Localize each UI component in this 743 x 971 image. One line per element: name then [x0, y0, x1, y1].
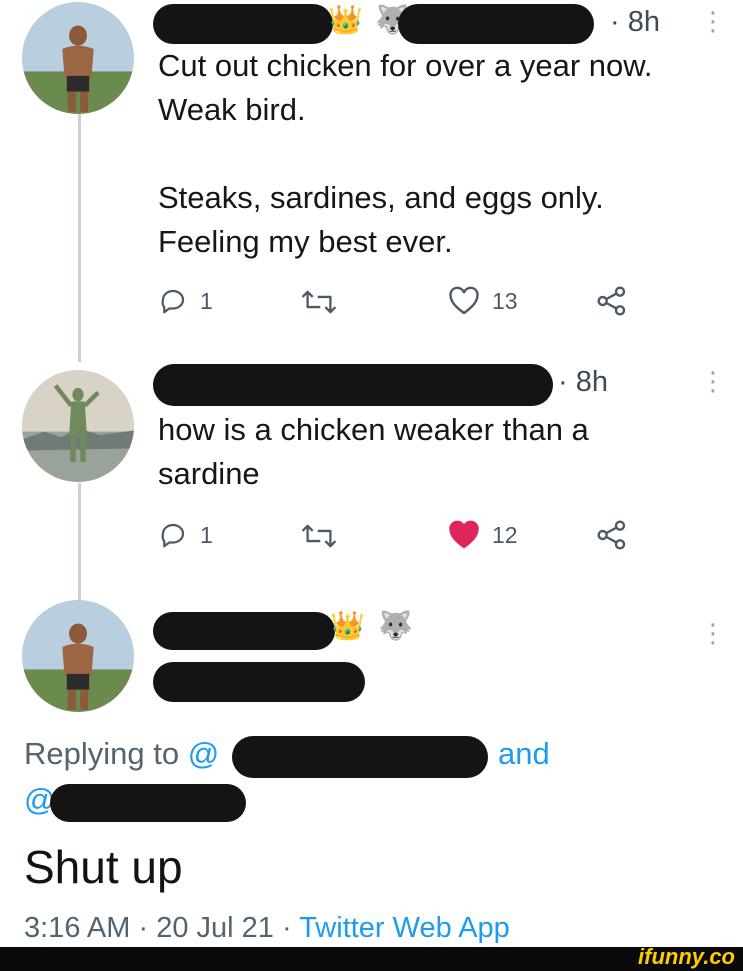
- tweet-text: Cut out chicken for over a year now. Wea…: [158, 44, 653, 264]
- redacted-display-name: [153, 4, 333, 44]
- more-icon[interactable]: ⋮: [700, 368, 726, 394]
- mention-link[interactable]: @: [188, 736, 219, 771]
- tweet-line-spacer: [158, 132, 653, 176]
- avatar[interactable]: [22, 2, 134, 114]
- reply-button[interactable]: 1: [158, 286, 213, 316]
- reply-button[interactable]: 1: [158, 520, 213, 550]
- like-count: 12: [492, 521, 518, 548]
- separator: ·: [138, 912, 149, 944]
- reply-icon: [161, 289, 185, 314]
- tweet-line: Steaks, sardines, and eggs only.: [158, 180, 604, 215]
- tweet-text: how is a chicken weaker than a sardine: [158, 408, 589, 496]
- reply-icon: [161, 523, 185, 548]
- tweet-line: Weak bird.: [158, 92, 306, 127]
- redacted-mention: [50, 784, 246, 822]
- crown-emoji: 👑: [328, 4, 363, 35]
- main-tweet-text: Shut up: [24, 841, 183, 893]
- thread-line-2: [78, 483, 81, 601]
- tweet-source[interactable]: Twitter Web App: [299, 912, 510, 944]
- like-button[interactable]: 12: [448, 520, 518, 550]
- avatar[interactable]: [22, 600, 134, 712]
- tweet-time[interactable]: 3:16 AM: [24, 912, 130, 944]
- redacted-display-name: [153, 612, 335, 650]
- avatar[interactable]: [22, 370, 134, 482]
- retweet-icon: [301, 524, 337, 548]
- tweet-line: Cut out chicken for over a year now.: [158, 48, 653, 83]
- like-icon: [449, 286, 479, 315]
- crown-emoji: 👑: [330, 610, 365, 641]
- like-count: 13: [492, 287, 518, 314]
- wolf-emoji: 🐺: [378, 610, 413, 641]
- avatar-bodybuilder-image: [22, 600, 134, 712]
- watermark: ifunny.co: [638, 944, 735, 969]
- retweet-button[interactable]: [300, 288, 338, 316]
- avatar-statue-image: [22, 370, 134, 482]
- tweet-line: how is a chicken weaker than a: [158, 412, 589, 447]
- tweet-timestamp[interactable]: · 8h: [610, 6, 660, 39]
- retweet-button[interactable]: [300, 522, 338, 550]
- tweet-line: Feeling my best ever.: [158, 224, 453, 259]
- share-button[interactable]: [596, 520, 628, 550]
- tweet-line: sardine: [158, 456, 260, 491]
- tweet-timestamp[interactable]: · 8h: [558, 366, 608, 399]
- more-icon[interactable]: ⋮: [700, 8, 726, 34]
- share-button[interactable]: [596, 286, 628, 316]
- share-icon: [597, 286, 626, 316]
- redacted-handle: [398, 4, 594, 44]
- like-button[interactable]: 13: [448, 286, 518, 316]
- more-icon[interactable]: ⋮: [700, 620, 726, 646]
- thread-line-1: [78, 112, 81, 362]
- tweet-meta: 3:16 AM · 20 Jul 21 · Twitter Web App: [24, 912, 510, 945]
- replying-to: Replying to @: [24, 736, 219, 772]
- and-label: and: [498, 736, 550, 771]
- reply-count: 1: [200, 521, 213, 548]
- watermark-bar: [0, 947, 743, 971]
- redacted-mention: [232, 736, 488, 778]
- share-icon: [597, 520, 626, 550]
- reply-count: 1: [200, 287, 213, 314]
- separator: ·: [281, 912, 292, 944]
- avatar-bodybuilder-image: [22, 2, 134, 114]
- retweet-icon: [301, 290, 337, 314]
- tweet-date[interactable]: 20 Jul 21: [156, 912, 274, 944]
- replying-to-label: Replying to: [24, 736, 180, 771]
- like-icon-filled: [449, 520, 479, 549]
- redacted-display-name: [153, 364, 553, 406]
- redacted-handle: [153, 662, 365, 702]
